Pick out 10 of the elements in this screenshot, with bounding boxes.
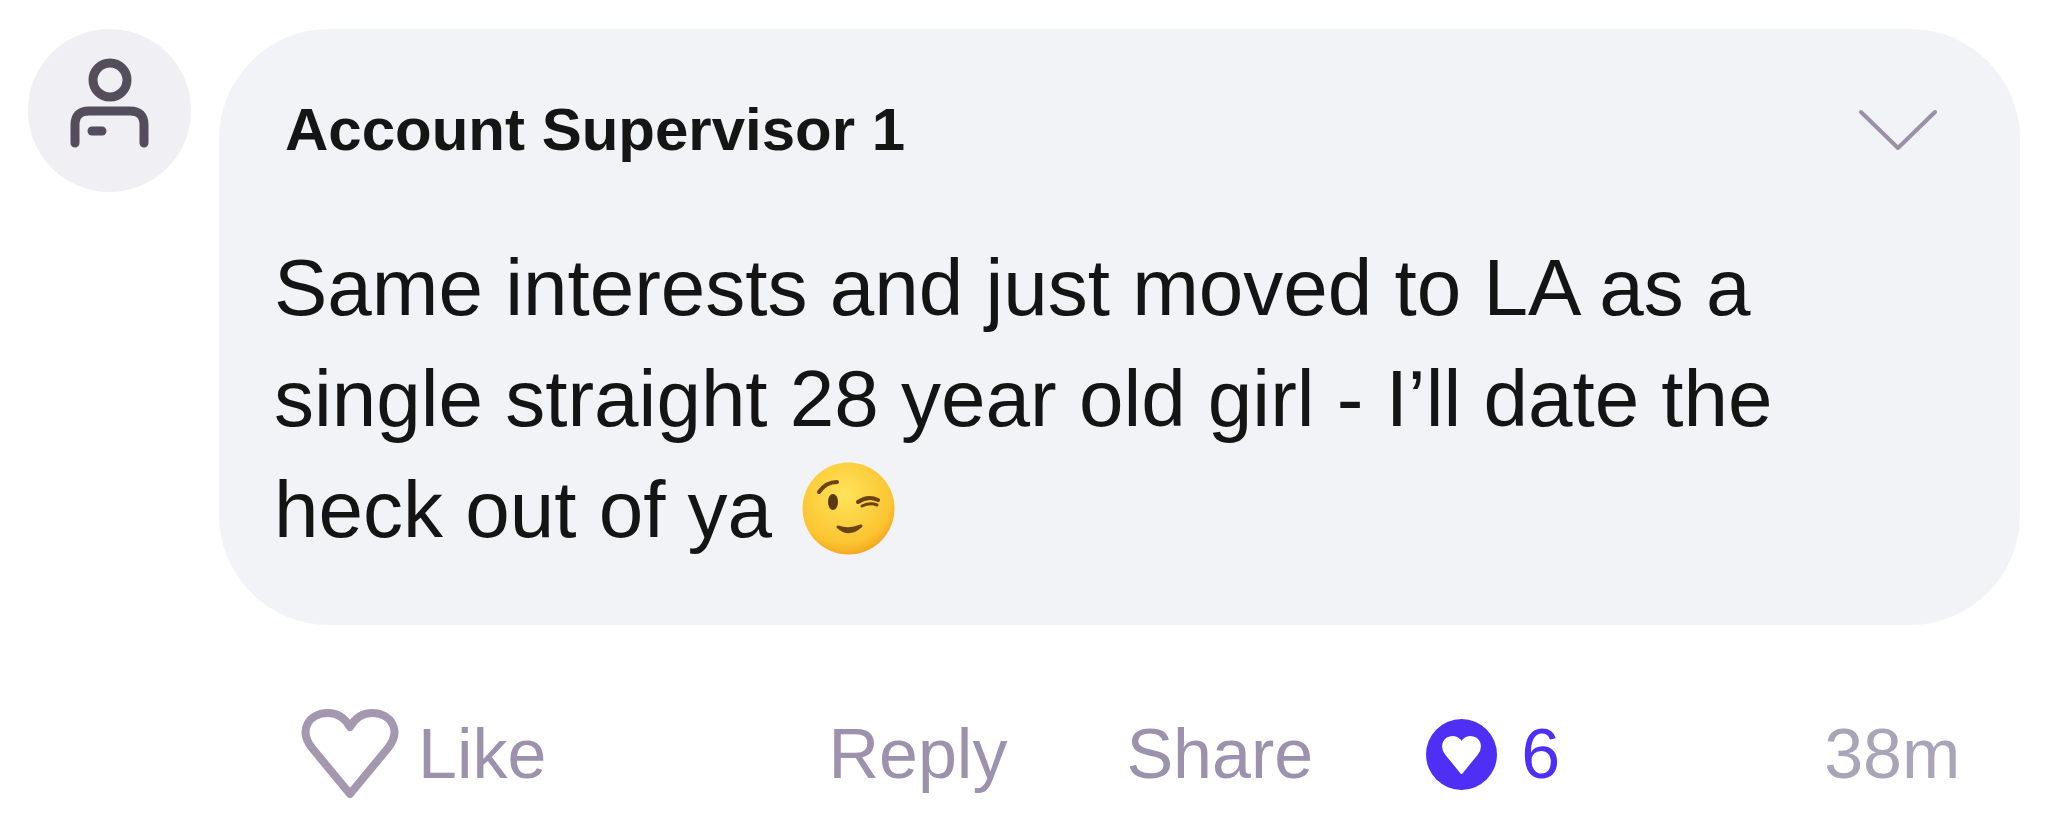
timestamp: 38m bbox=[1824, 714, 1961, 795]
share-button[interactable]: Share bbox=[1126, 712, 1314, 796]
author-name[interactable]: Account Supervisor 1 bbox=[285, 94, 906, 166]
chevron-down-icon[interactable] bbox=[1858, 109, 1938, 151]
heart-badge-icon bbox=[1426, 718, 1498, 790]
avatar-icon[interactable] bbox=[28, 29, 191, 192]
like-button[interactable]: Like bbox=[301, 708, 547, 800]
reaction-count-button[interactable]: 6 bbox=[1426, 712, 1561, 796]
reply-button[interactable]: Reply bbox=[828, 712, 1008, 796]
winking-face-icon bbox=[802, 462, 896, 555]
